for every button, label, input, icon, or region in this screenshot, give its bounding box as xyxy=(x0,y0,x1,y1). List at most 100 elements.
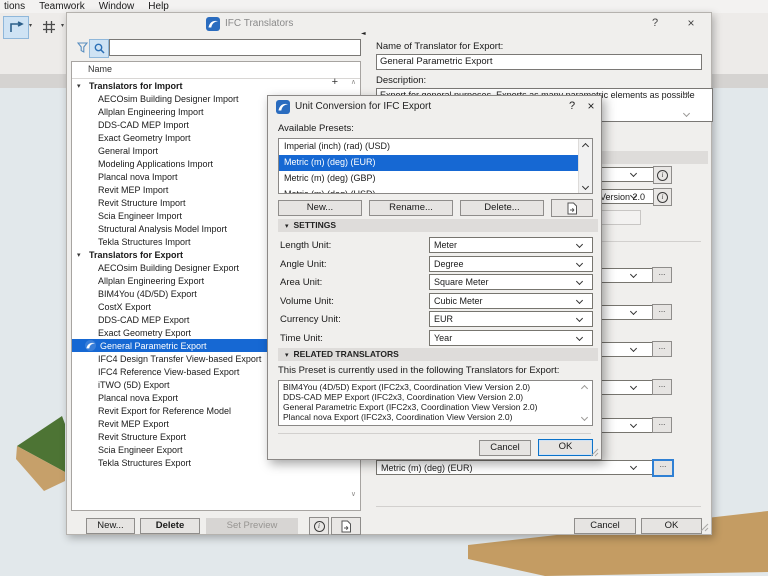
scheme-info-button[interactable]: i xyxy=(653,166,672,184)
translator-name: Tekla Structures Export xyxy=(98,457,192,468)
translator-name: General Parametric Export xyxy=(100,340,207,351)
available-presets-label: Available Presets: xyxy=(278,123,354,134)
preset-list-item[interactable]: Metric (m) (deg) (USD) xyxy=(279,187,579,193)
presets-listbox: Imperial (inch) (rad) (USD) Metric (m) (d… xyxy=(278,138,593,194)
preset-export-button[interactable] xyxy=(551,199,593,217)
related-listbox: BIM4You (4D/5D) Export (IFC2x3, Coordina… xyxy=(278,380,593,426)
option-more-button[interactable]: ... xyxy=(652,459,674,477)
option-more-button[interactable]: ... xyxy=(652,379,672,395)
cancel-button[interactable]: Cancel xyxy=(574,518,636,534)
add-translator-button[interactable]: + xyxy=(332,77,338,88)
translator-name: Revit Structure Import xyxy=(98,197,186,208)
related-translator-item[interactable]: BIM4You (4D/5D) Export (IFC2x3, Coordina… xyxy=(283,382,578,392)
unit-setting-row: Angle Unit: Degree xyxy=(278,255,593,272)
presets-scrollbar[interactable] xyxy=(578,139,592,193)
collapse-triangle-icon[interactable]: ▾ xyxy=(77,251,81,259)
cancel-button[interactable]: Cancel xyxy=(479,440,531,456)
unit-setting-combo[interactable]: Meter xyxy=(429,237,593,253)
search-icon xyxy=(94,43,105,54)
unit-setting-row: Length Unit: Meter xyxy=(278,237,593,253)
translator-name-input[interactable]: General Parametric Export xyxy=(376,54,702,70)
delete-translator-button[interactable]: Delete xyxy=(140,518,200,534)
preset-rename-button[interactable]: Rename... xyxy=(369,200,453,216)
document-arrow-icon xyxy=(567,202,577,214)
set-preview-button[interactable]: Set Preview xyxy=(206,518,298,534)
scroll-up-icon[interactable] xyxy=(581,142,590,151)
info-icon: i xyxy=(313,520,325,532)
translator-name: General Import xyxy=(98,145,159,156)
filter-icon[interactable] xyxy=(77,42,88,54)
preset-delete-button[interactable]: Delete... xyxy=(460,200,544,216)
close-button[interactable]: × xyxy=(583,99,599,113)
ok-button[interactable]: OK xyxy=(538,439,593,456)
scroll-down-icon[interactable] xyxy=(581,182,590,191)
translator-group-header[interactable]: ▾ Translators for Import xyxy=(72,79,360,92)
arrow-tool-caret-icon[interactable]: ▾ xyxy=(29,22,32,29)
unit-setting-combo[interactable]: Year xyxy=(429,329,593,346)
search-button[interactable] xyxy=(89,39,109,58)
translator-option-combo[interactable]: Metric (m) (deg) (EUR) xyxy=(376,460,662,475)
help-button[interactable]: ? xyxy=(564,100,580,112)
arrow-tool-button[interactable] xyxy=(3,16,29,39)
scroll-up-icon[interactable]: ∧ xyxy=(351,78,356,86)
group-label: Translators for Import xyxy=(89,80,183,91)
unit-setting-label: Angle Unit: xyxy=(280,258,327,270)
footer-divider xyxy=(376,506,701,507)
unit-setting-combo[interactable]: EUR xyxy=(429,311,593,327)
unit-setting-combo[interactable]: Square Meter xyxy=(429,274,593,290)
menu-item-teamwork[interactable]: Teamwork xyxy=(39,1,85,12)
translator-name: Modeling Applications Import xyxy=(98,158,214,169)
menu-item-help[interactable]: Help xyxy=(148,1,169,12)
menu-item-tions[interactable]: tions xyxy=(4,1,25,12)
preset-new-button[interactable]: New... xyxy=(278,200,362,216)
related-translator-item[interactable]: DDS-CAD MEP Export (IFC2x3, Coordination… xyxy=(283,392,578,402)
help-button[interactable]: ? xyxy=(647,17,663,29)
related-translator-item[interactable]: Plancal nova Export (IFC2x3, Coordinatio… xyxy=(283,412,578,422)
option-more-button[interactable]: ... xyxy=(652,267,672,283)
unit-setting-row: Area Unit: Square Meter xyxy=(278,274,593,290)
info-button[interactable]: i xyxy=(309,517,329,535)
mvd-info-button[interactable]: i xyxy=(653,188,672,206)
preset-list-item[interactable]: Metric (m) (deg) (GBP) xyxy=(279,171,579,187)
close-button[interactable]: × xyxy=(683,16,699,30)
collapse-triangle-icon[interactable]: ▾ xyxy=(77,82,81,90)
preset-list-item[interactable]: Metric (m) (deg) (EUR) xyxy=(279,155,579,171)
footer-divider xyxy=(278,433,591,434)
translator-name: DDS-CAD MEP Import xyxy=(98,119,189,130)
archicad-app-icon xyxy=(206,17,220,31)
translator-name: Plancal nova Import xyxy=(98,171,178,182)
translator-name: AECOsim Building Designer Import xyxy=(98,93,239,104)
ok-button[interactable]: OK xyxy=(641,518,702,534)
option-more-button[interactable]: ... xyxy=(652,417,672,433)
translator-name: Exact Geometry Import xyxy=(98,132,191,143)
scroll-down-icon[interactable]: ∨ xyxy=(351,490,356,498)
translator-name: BIM4You (4D/5D) Export xyxy=(98,288,197,299)
translator-name: Revit MEP Export xyxy=(98,418,169,429)
unit-setting-combo[interactable]: Degree xyxy=(429,255,593,272)
settings-rows: Length Unit: Meter Angle Unit: Degree Area U… xyxy=(278,237,593,346)
unit-setting-combo[interactable]: Cubic Meter xyxy=(429,292,593,309)
grid-snap-caret-icon[interactable]: ▾ xyxy=(61,22,64,29)
collapse-panel-icon[interactable]: ◄ xyxy=(361,30,366,37)
document-arrow-icon xyxy=(341,520,351,532)
translator-name: Structural Analysis Model Import xyxy=(98,223,228,234)
new-translator-button[interactable]: New... xyxy=(86,518,135,534)
settings-section-bar[interactable]: ▾ SETTINGS xyxy=(278,219,598,232)
resize-grip[interactable] xyxy=(700,523,709,532)
translator-name: AECOsim Building Designer Export xyxy=(98,262,240,273)
related-translator-item[interactable]: General Parametric Export (IFC2x3, Coord… xyxy=(283,402,578,412)
translator-name: IFC4 Design Transfer View-based Export xyxy=(98,353,262,364)
related-section-bar[interactable]: ▾ RELATED TRANSLATORS xyxy=(278,348,598,361)
resize-grip[interactable] xyxy=(590,448,599,457)
grid-snap-icon xyxy=(42,20,55,33)
search-input[interactable] xyxy=(109,39,361,56)
dialog-title: Unit Conversion for IFC Export xyxy=(295,101,432,112)
translator-name: IFC4 Reference View-based Export xyxy=(98,366,240,377)
menu-item-window[interactable]: Window xyxy=(99,1,135,12)
preset-list-item[interactable]: Imperial (inch) (rad) (USD) xyxy=(279,139,579,155)
option-more-button[interactable]: ... xyxy=(652,341,672,357)
export-preset-button[interactable] xyxy=(331,517,361,535)
translator-name: Revit MEP Import xyxy=(98,184,169,195)
option-more-button[interactable]: ... xyxy=(652,304,672,320)
grid-snap-button[interactable] xyxy=(38,16,59,37)
